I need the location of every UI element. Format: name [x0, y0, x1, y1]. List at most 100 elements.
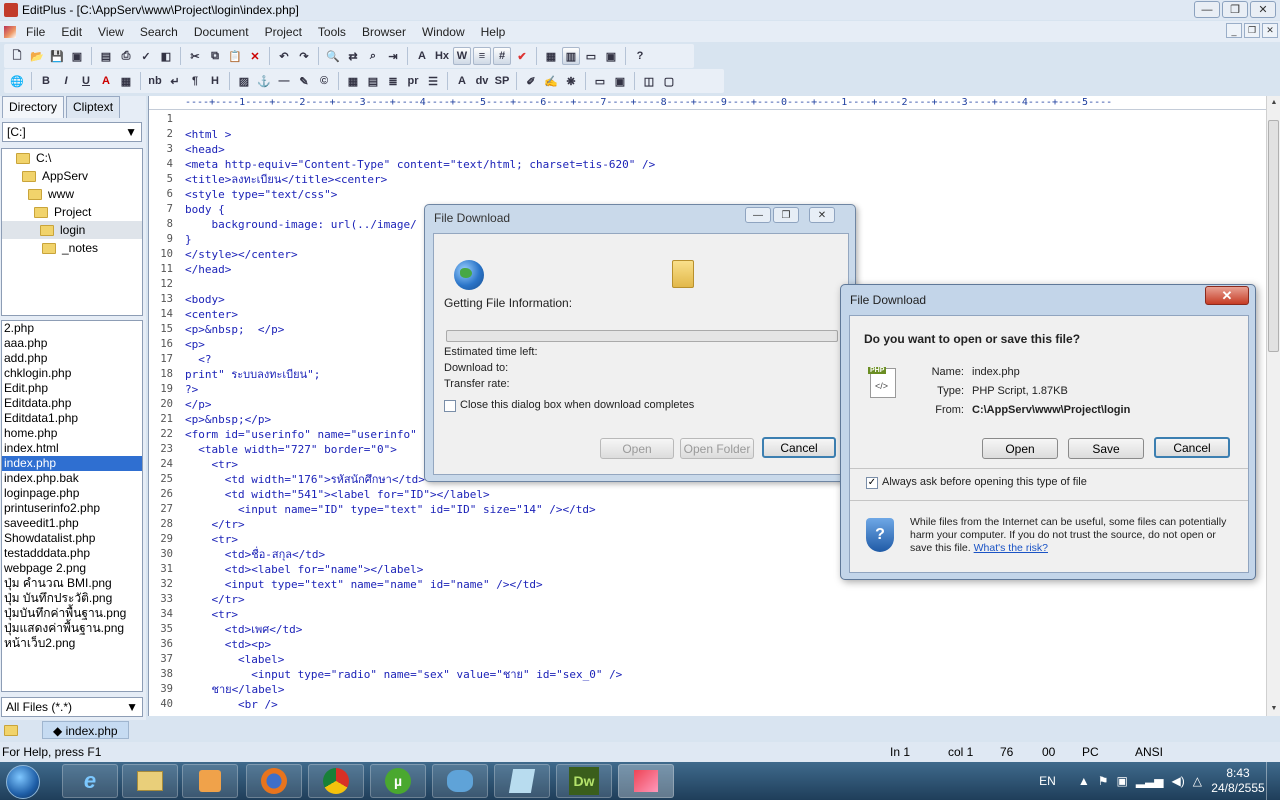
open-button[interactable]: Open [600, 438, 674, 459]
pre-icon[interactable]: pr [404, 72, 422, 90]
code-line[interactable]: <meta http-equiv="Content-Type" content=… [185, 157, 1265, 172]
scroll-up-icon[interactable]: ▲ [1267, 96, 1280, 110]
drive-select[interactable]: [C:] ▼ [2, 122, 142, 142]
italic-icon[interactable]: I [57, 72, 75, 90]
paragraph-icon[interactable]: ¶ [186, 72, 204, 90]
file-list-item[interactable]: index.php [2, 456, 142, 471]
hr-icon[interactable]: ― [275, 72, 293, 90]
print-preview-icon[interactable]: ▤ [97, 47, 115, 65]
redo-icon[interactable]: ↷ [295, 47, 313, 65]
code-line[interactable]: <br /> [185, 697, 1265, 712]
list-icon[interactable]: ☰ [424, 72, 442, 90]
save-button[interactable]: Save [1068, 438, 1144, 459]
menu-document[interactable]: Document [186, 25, 257, 39]
file-list-item[interactable]: home.php [2, 426, 142, 441]
open-button[interactable]: Open [982, 438, 1058, 459]
file-list-item[interactable]: loginpage.php [2, 486, 142, 501]
show-hidden-icons-icon[interactable]: ▲ [1078, 774, 1090, 788]
tree-item-c[interactable]: C:\ [2, 149, 142, 167]
dialog-close-button[interactable]: ✕ [809, 207, 835, 223]
code-line[interactable]: <html > [185, 127, 1265, 142]
span-icon[interactable]: SP [493, 72, 511, 90]
brush-icon[interactable]: ✍ [542, 72, 560, 90]
menu-help[interactable]: Help [473, 25, 514, 39]
signal-icon[interactable]: ▂▃▅ [1136, 774, 1164, 788]
file-filter-select[interactable]: All Files (*.*) ▼ [1, 697, 143, 717]
dreamweaver-icon[interactable]: Dw [556, 764, 612, 798]
file-list-item[interactable]: ปุ่ม คำนวณ BMI.png [2, 576, 142, 591]
help-icon[interactable]: ? [631, 47, 649, 65]
action-center-icon[interactable]: ⚑ [1098, 774, 1109, 788]
file-list-item[interactable]: Showdatalist.php [2, 531, 142, 546]
window-list-icon[interactable]: ▣ [602, 47, 620, 65]
code-line[interactable]: <input type="radio" name="sex" value="ชา… [185, 667, 1265, 682]
tree-item-appserv[interactable]: AppServ [2, 167, 142, 185]
doc-restore-button[interactable]: ❐ [1244, 23, 1260, 38]
scroll-thumb[interactable] [1268, 120, 1279, 352]
file-list-item[interactable]: ปุ่มแสดงค่าพื้นฐาน.png [2, 621, 142, 636]
layout-icon[interactable]: ▣ [611, 72, 629, 90]
drive-tray-icon[interactable]: △ [1193, 774, 1202, 788]
save-all-icon[interactable]: ▣ [68, 47, 86, 65]
div-icon[interactable]: dv [473, 72, 491, 90]
tab-directory[interactable]: Directory [2, 96, 65, 118]
file-list-item[interactable]: add.php [2, 351, 142, 366]
notepad-icon[interactable] [494, 764, 550, 798]
language-indicator[interactable]: EN [1039, 774, 1056, 788]
code-line[interactable]: <head> [185, 142, 1265, 157]
clip-panel-icon[interactable]: ▦ [542, 47, 560, 65]
form-icon[interactable]: ▤ [364, 72, 382, 90]
copy-icon[interactable]: ⧉ [206, 47, 224, 65]
doc-tab-index[interactable]: ◆ index.php [42, 721, 129, 739]
file-list-item[interactable]: index.php.bak [2, 471, 142, 486]
tray-app-icon[interactable]: ▣ [1117, 774, 1128, 788]
delete-icon[interactable]: ✕ [246, 47, 264, 65]
close-when-done-checkbox[interactable] [444, 400, 456, 412]
paste-icon[interactable]: 📋 [226, 47, 244, 65]
code-line[interactable]: <td>เพศ</td> [185, 622, 1265, 637]
save-icon[interactable]: 💾 [48, 47, 66, 65]
dialog-minimize-button[interactable]: — [745, 207, 771, 223]
file-list-item[interactable]: webpage 2.png [2, 561, 142, 576]
code-line[interactable]: <title>ลงทะเบียน</title><center> [185, 172, 1265, 187]
close-icon[interactable]: ✕ [1205, 286, 1249, 305]
menu-view[interactable]: View [90, 25, 132, 39]
new-file-icon[interactable]: 🗋 [8, 47, 26, 65]
font-color-icon[interactable]: A [97, 72, 115, 90]
code-line[interactable] [185, 112, 1265, 127]
globe-icon[interactable]: 🌐 [8, 72, 26, 90]
ie-icon[interactable]: e [62, 764, 118, 798]
code-line[interactable]: <style type="text/css"> [185, 187, 1265, 202]
object-icon[interactable]: ◫ [640, 72, 658, 90]
file-list-item[interactable]: testadddata.php [2, 546, 142, 561]
code-line[interactable]: ชาย</label> [185, 682, 1265, 697]
center-icon[interactable]: ≣ [384, 72, 402, 90]
table-icon[interactable]: ▦ [344, 72, 362, 90]
output-panel-icon[interactable]: ▭ [582, 47, 600, 65]
firefox-icon[interactable] [246, 764, 302, 798]
browser-preview-icon[interactable]: ◧ [157, 47, 175, 65]
tree-item-notes[interactable]: _notes [2, 239, 142, 257]
replace-icon[interactable]: ⇄ [344, 47, 362, 65]
highlight-icon[interactable]: ✎ [295, 72, 313, 90]
tab-cliptext[interactable]: Cliptext [66, 96, 121, 118]
break-icon[interactable]: ↵ [166, 72, 184, 90]
code-line[interactable]: </tr> [185, 592, 1265, 607]
directory-panel-icon[interactable]: ▥ [562, 47, 580, 65]
find-icon[interactable]: 🔍 [324, 47, 342, 65]
color-grid-icon[interactable]: ▦ [117, 72, 135, 90]
file-list-item[interactable]: chklogin.php [2, 366, 142, 381]
cut-icon[interactable]: ✂ [186, 47, 204, 65]
heading-icon[interactable]: H [206, 72, 224, 90]
whats-the-risk-link[interactable]: What's the risk? [974, 542, 1048, 554]
anchor-icon[interactable]: ⚓ [255, 72, 273, 90]
nbsp-icon[interactable]: nb [146, 72, 164, 90]
word-wrap-icon[interactable]: W [453, 47, 471, 65]
chrome-icon[interactable] [308, 764, 364, 798]
hex-icon[interactable]: Hx [433, 47, 451, 65]
find-in-files-icon[interactable]: ⌕ [364, 47, 382, 65]
ruler-icon[interactable]: ≡ [473, 47, 491, 65]
always-ask-checkbox[interactable]: ✓ [866, 477, 878, 489]
editplus-icon[interactable] [618, 764, 674, 798]
cancel-button[interactable]: Cancel [1154, 437, 1230, 458]
